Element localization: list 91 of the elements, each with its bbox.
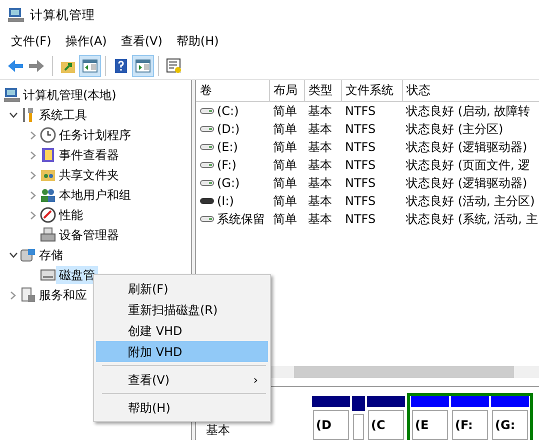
pane-right-icon (135, 58, 151, 74)
table-cell-text: 简单 (272, 120, 298, 138)
drive-icon (200, 178, 214, 186)
folder-icon (40, 167, 56, 183)
menu-item[interactable]: 文件(F) (4, 30, 58, 52)
computer-icon (4, 87, 20, 103)
computer-icon (8, 7, 24, 23)
menu-item[interactable]: 帮助(H) (169, 30, 226, 52)
drive-icon (200, 160, 214, 168)
window-title: 计算机管理 (30, 6, 95, 24)
book-icon (40, 147, 56, 163)
services-icon (20, 287, 36, 303)
column-header[interactable]: 文件系统 (341, 80, 402, 101)
table-cell-text: NTFS (344, 210, 377, 228)
printer-icon (40, 227, 56, 243)
table-cell-text: NTFS (344, 192, 377, 210)
table-cell-text: 状态良好 (主分区) (405, 120, 504, 138)
table-cell-text: (C:) (217, 102, 239, 120)
tree-item[interactable]: 性能 (56, 206, 86, 224)
table-cell-text: 状态良好 (系统, 活动, 主 (405, 210, 539, 228)
table-cell-text: 基本 (307, 210, 333, 228)
column-header[interactable]: 卷 (196, 80, 269, 101)
table-cell: 状态良好 (启动, 故障转 (402, 101, 539, 120)
table-cell-text: 状态良好 (逻辑驱动器) (405, 174, 528, 192)
scrollbar-thumb[interactable] (294, 366, 514, 378)
tree-item[interactable]: 计算机管理(本地) (20, 86, 120, 104)
drive-icon (200, 142, 214, 150)
column-header[interactable]: 布局 (269, 80, 304, 101)
column-header[interactable]: 状态 (402, 80, 539, 101)
table-cell-text: (E:) (217, 138, 238, 156)
menu-item[interactable]: 操作(A) (58, 30, 114, 52)
tree-item[interactable]: 本地用户和组 (56, 186, 134, 204)
table-cell-text: (G:) (217, 174, 240, 192)
table-cell-text: 简单 (272, 192, 298, 210)
table-cell-text: 系统保留 (217, 210, 265, 228)
clock-icon (40, 127, 56, 143)
tools-icon (20, 107, 36, 123)
table-cell-text: 状态良好 (逻辑驱动器) (405, 138, 528, 156)
pane-left-icon (82, 58, 98, 74)
menu-item[interactable]: 查看(V) (114, 30, 170, 52)
drive-icon (200, 106, 214, 114)
forward-icon (29, 58, 45, 74)
column-header[interactable]: 类型 (304, 80, 341, 101)
table-cell-text: 状态良好 (活动, 主分区) (405, 192, 536, 210)
tree-item[interactable]: 事件查看器 (56, 146, 122, 164)
partition-block[interactable] (352, 396, 365, 440)
table-cell-text: 简单 (272, 174, 298, 192)
table-cell-text: 简单 (272, 138, 298, 156)
table-cell-text: (F:) (217, 156, 236, 174)
back-icon (7, 58, 23, 74)
table-cell-text: NTFS (344, 138, 377, 156)
pane-right-button[interactable] (132, 54, 154, 76)
tree-item[interactable]: 服务和应 (36, 286, 90, 304)
storage-icon (20, 247, 36, 263)
tree-item[interactable]: 共享文件夹 (56, 166, 122, 184)
drive-icon (200, 214, 214, 222)
menu-item[interactable]: 重新扫描磁盘(R) (96, 299, 268, 320)
tree-item[interactable]: 存储 (36, 246, 66, 264)
table-cell-text: 简单 (272, 156, 298, 174)
menu-item[interactable]: 查看(V) › (96, 369, 268, 390)
table-cell-text: 基本 (307, 138, 333, 156)
table-cell-text: (I:) (217, 192, 234, 210)
table-cell-text: 简单 (272, 210, 298, 228)
menu-item[interactable]: 创建 VHD (96, 320, 268, 341)
table-cell-text: 基本 (307, 120, 333, 138)
disk-type-label: 基本 (205, 422, 231, 439)
users-icon (40, 187, 56, 203)
table-cell-text: 基本 (307, 156, 333, 174)
gauge-icon (40, 207, 56, 223)
drive-icon (200, 124, 214, 132)
table-cell-text: (D:) (217, 120, 240, 138)
tree-item[interactable]: 设备管理器 (56, 226, 122, 244)
pane-left-button[interactable] (79, 54, 101, 76)
properties-icon (166, 58, 182, 74)
menu-item[interactable]: 附加 VHD (96, 341, 268, 362)
table-cell-text: NTFS (344, 120, 377, 138)
table-cell: NTFS (341, 101, 402, 120)
tree-item[interactable]: 任务计划程序 (56, 126, 134, 144)
menu-item[interactable]: 帮助(H) (96, 397, 268, 418)
menu-item[interactable]: 刷新(F) (96, 278, 268, 299)
table-cell-text: NTFS (344, 174, 377, 192)
table-cell-text: 基本 (307, 192, 333, 210)
table-cell: 基本 (304, 101, 341, 120)
table-cell: 简单 (269, 101, 304, 120)
table-cell-text: NTFS (344, 156, 377, 174)
tree-item[interactable]: 系统工具 (36, 106, 90, 124)
drive-icon (200, 196, 214, 204)
table-cell-text: 基本 (307, 174, 333, 192)
help-icon (113, 58, 129, 74)
table-cell-text: 状态良好 (页面文件, 逻 (405, 156, 532, 174)
tree-item[interactable]: 磁盘管 (56, 266, 98, 284)
